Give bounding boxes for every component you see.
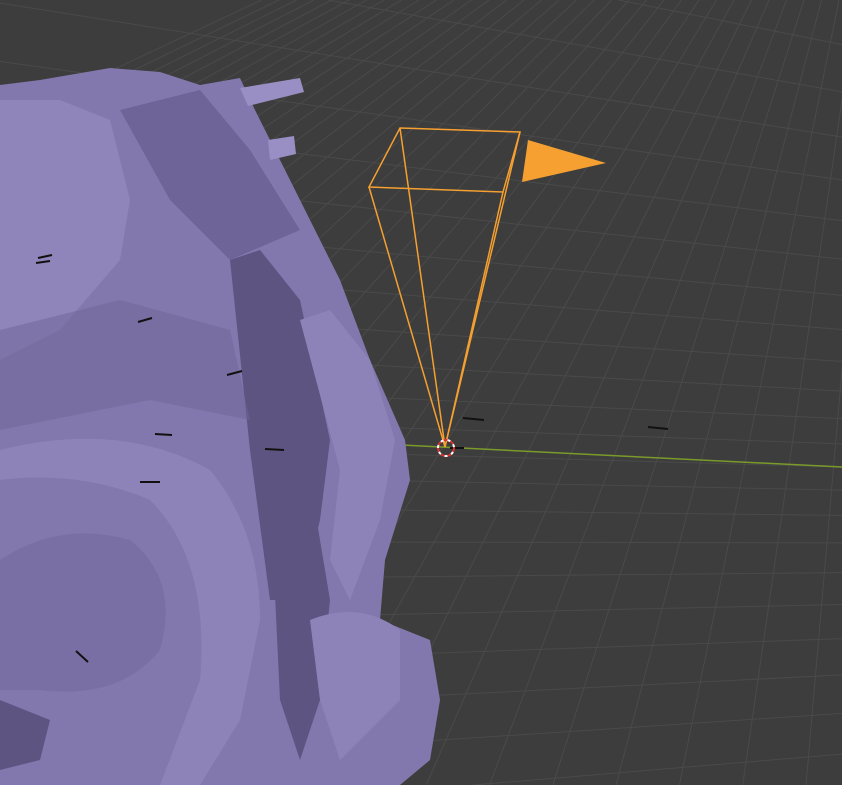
grid-line <box>552 0 805 785</box>
grid-line <box>805 369 842 785</box>
camera-up-triangle <box>522 140 606 182</box>
grid-line <box>489 0 787 785</box>
3d-viewport[interactable] <box>0 0 842 785</box>
grid-line <box>472 753 842 785</box>
grid-line <box>425 0 770 785</box>
viewport-canvas[interactable] <box>0 0 842 785</box>
grid-line <box>327 0 842 93</box>
grid-line <box>678 0 840 785</box>
grid-line <box>742 99 842 785</box>
mesh-object[interactable] <box>0 68 440 785</box>
